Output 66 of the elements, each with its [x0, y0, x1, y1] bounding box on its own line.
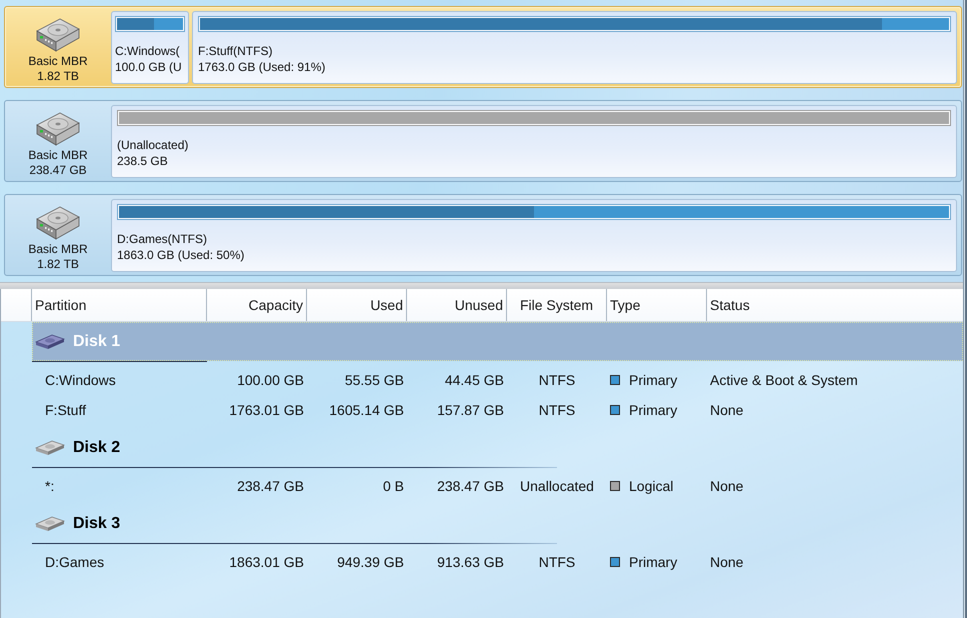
table-cell: None: [710, 401, 744, 419]
column-header[interactable]: File System: [507, 289, 607, 321]
partition-block[interactable]: C:Windows( 100.0 GB (U: [111, 11, 189, 84]
table-cell: Logical: [629, 477, 674, 495]
disk-row[interactable]: Basic MBR 1.82 TB C:Windows( 100.0 GB (U F:Stuff(NTFS) 1763.0 GB (Used: 91%): [4, 6, 962, 88]
partition-name-label: F:Stuff(NTFS): [198, 43, 274, 59]
column-header[interactable]: Capacity: [207, 289, 307, 321]
table-cell: 157.87 GB: [437, 401, 504, 419]
table-cell: 44.45 GB: [444, 371, 504, 389]
disk-size-label: 1.82 TB: [37, 257, 79, 272]
table-cell: NTFS: [538, 401, 576, 419]
partition-block[interactable]: D:Games(NTFS) 1863.0 GB (Used: 50%): [111, 199, 957, 272]
table-cell: 1605.14 GB: [329, 401, 404, 419]
table-cell: D:Games: [45, 553, 104, 571]
panel-splitter[interactable]: [0, 282, 963, 289]
hard-drive-icon: [36, 204, 80, 240]
partition-block[interactable]: (Unallocated) 238.5 GB: [111, 105, 957, 178]
column-header[interactable]: Type: [607, 289, 707, 321]
disk-name-label: Disk 2: [73, 438, 120, 456]
hard-drive-icon: [36, 16, 80, 52]
partition-name-label: C:Windows(: [115, 43, 181, 59]
column-header[interactable]: Status: [707, 289, 963, 321]
partition-name-label: D:Games(NTFS): [117, 231, 208, 247]
disk-name-label: Disk 1: [73, 332, 120, 350]
table-cell: NTFS: [538, 553, 576, 571]
column-header[interactable]: Partition: [32, 289, 207, 321]
partition-size-label: 238.5 GB: [117, 153, 169, 169]
disk-size-label: 1.82 TB: [37, 69, 79, 84]
hard-drive-icon: [35, 515, 65, 532]
table-cell: 100.00 GB: [237, 371, 304, 389]
hard-drive-icon: [36, 110, 80, 146]
table-cell: NTFS: [538, 371, 576, 389]
disk-type-label: Basic MBR: [28, 242, 88, 257]
table-cell: F:Stuff: [45, 401, 86, 419]
table-cell: None: [710, 477, 744, 495]
partition-block[interactable]: F:Stuff(NTFS) 1763.0 GB (Used: 91%): [192, 11, 957, 84]
disk-row[interactable]: Basic MBR 238.47 GB (Unallocated) 238.5 GB: [4, 100, 962, 182]
table-cell: 949.39 GB: [337, 553, 404, 571]
disk-type-label: Basic MBR: [28, 54, 88, 69]
table-cell: 1863.01 GB: [229, 553, 304, 571]
column-header[interactable]: Used: [307, 289, 407, 321]
table-cell: 913.63 GB: [437, 553, 504, 571]
partition-size-label: 1763.0 GB (Used: 91%): [198, 59, 326, 75]
table-cell: *:: [45, 477, 54, 495]
disk-row[interactable]: Basic MBR 1.82 TB D:Games(NTFS) 1863.0 GB (Used: 50%): [4, 194, 962, 276]
disk-type-label: Basic MBR: [28, 148, 88, 163]
partition-name-label: (Unallocated): [117, 137, 190, 153]
disk-size-label: 238.47 GB: [29, 163, 87, 178]
table-cell: Active & Boot & System: [710, 371, 858, 389]
table-cell: None: [710, 553, 744, 571]
table-cell: 238.47 GB: [237, 477, 304, 495]
column-header[interactable]: Unused: [407, 289, 507, 321]
table-cell: 1763.01 GB: [229, 401, 304, 419]
table-cell: 238.47 GB: [437, 477, 504, 495]
table-cell: 55.55 GB: [344, 371, 404, 389]
table-cell: Primary: [629, 401, 678, 419]
partition-size-label: 100.0 GB (U: [115, 59, 183, 75]
hard-drive-icon: [35, 333, 65, 350]
table-cell: Primary: [629, 371, 678, 389]
table-cell: Primary: [629, 553, 678, 571]
hard-drive-icon: [35, 439, 65, 456]
disk-name-label: Disk 3: [73, 514, 120, 532]
table-cell: Unallocated: [520, 477, 594, 495]
table-cell: 0 B: [382, 477, 404, 495]
table-cell: C:Windows: [45, 371, 116, 389]
partition-size-label: 1863.0 GB (Used: 50%): [117, 247, 246, 263]
